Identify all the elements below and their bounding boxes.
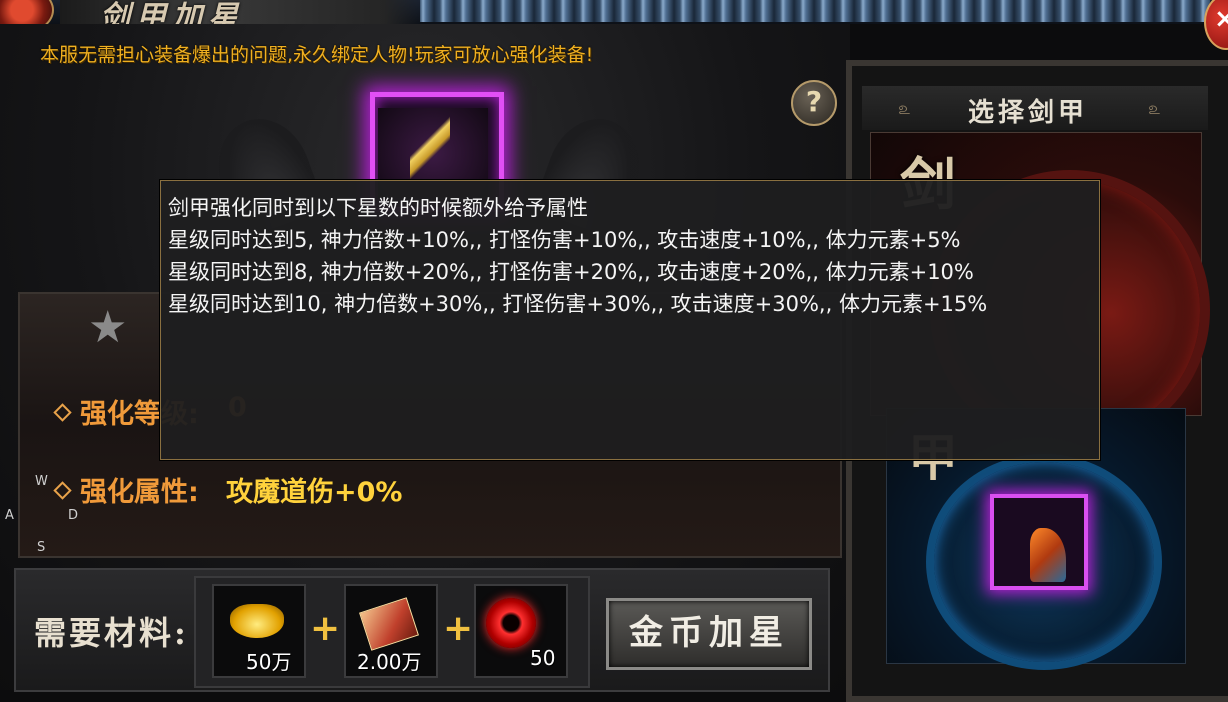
key-hint-w: W — [35, 474, 48, 489]
materials-label: 需要材料: — [34, 614, 189, 652]
plus-sign: + — [310, 608, 341, 649]
coin-add-star-button[interactable]: 金币加星 — [606, 598, 812, 670]
tooltip-line: 星级同时达到8, 神力倍数+20%,, 打怪伤害+20%,, 攻击速度+20%,… — [168, 260, 974, 284]
material-count: 50万 — [246, 650, 292, 674]
close-button[interactable]: × — [1204, 0, 1228, 50]
material-count: 2.00万 — [357, 650, 422, 674]
help-button[interactable]: ? — [791, 80, 837, 126]
curl-ornament-icon: ௨ — [898, 98, 911, 119]
key-hint-s: S — [37, 540, 46, 555]
enhance-attr-label: 强化属性: — [80, 477, 199, 508]
notice-text: 本服无需担心装备爆出的问题,永久绑定人物!玩家可放心强化装备! — [40, 44, 594, 66]
weapon-icon — [410, 108, 450, 188]
tooltip-line: 星级同时达到5, 神力倍数+10%,, 打怪伤害+10%,, 攻击速度+10%,… — [168, 228, 961, 252]
star-bonus-tooltip — [160, 180, 1100, 460]
red-orb-icon — [486, 598, 536, 648]
curl-ornament-icon: ௨ — [1148, 98, 1161, 119]
material-count: 50 — [530, 646, 556, 670]
select-equipment-title: 选择剑甲 — [968, 98, 1089, 128]
key-hint-d: D — [68, 508, 79, 523]
star-icon: ★ — [88, 302, 128, 353]
tooltip-line: 剑甲强化同时到以下星数的时候额外给予属性 — [168, 196, 588, 220]
plus-sign: + — [443, 608, 474, 649]
tooltip-line: 星级同时达到10, 神力倍数+30%,, 打怪伤害+30%,, 攻击速度+30%… — [168, 292, 988, 316]
enhance-attr-value: 攻魔道伤+0% — [226, 477, 403, 508]
key-hint-a: A — [5, 508, 14, 523]
gold-ingot-icon — [230, 604, 284, 638]
frost-decoration — [420, 0, 1210, 22]
